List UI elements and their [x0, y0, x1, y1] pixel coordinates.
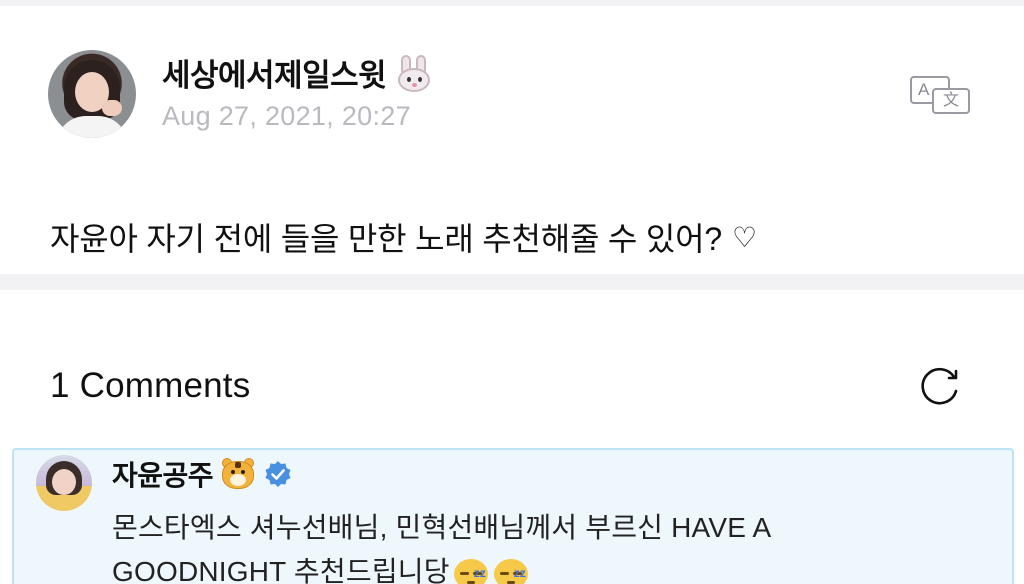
comment-text-line2: GOODNIGHT 추천드립니당 zz zz: [112, 550, 972, 584]
verified-badge-icon: [265, 461, 291, 487]
post-body-text: 자윤아 자기 전에 들을 만한 노래 추천해줄 수 있어?: [50, 221, 722, 257]
post-timestamp: Aug 27, 2021, 20:27: [162, 101, 411, 131]
section-divider: [0, 274, 1024, 290]
tiger-face-emoji: [221, 458, 255, 490]
comment-text-line2-body: GOODNIGHT 추천드립니당: [112, 556, 450, 584]
post-card: 세상에서제일스윗 Aug 27, 2021, 20:27 A 文 자윤아 자기 …: [0, 6, 1024, 274]
comment-text-line1: 몬스타엑스 셔누선배님, 민혁선배님께서 부르신 HAVE A: [112, 512, 772, 543]
post-author: 세상에서제일스윗: [162, 50, 434, 95]
commenter-name: 자윤공주: [112, 460, 214, 491]
heart-icon: ♡: [731, 221, 757, 253]
sleeping-face-emoji: zz: [493, 553, 530, 584]
comment-author: 자윤공주: [112, 454, 293, 494]
post-body: 자윤아 자기 전에 들을 만한 노래 추천해줄 수 있어? ♡: [50, 214, 757, 260]
author-name: 세상에서제일스윗: [162, 58, 387, 93]
author-avatar[interactable]: [48, 50, 136, 138]
commenter-avatar[interactable]: [36, 455, 92, 511]
comment-text: 몬스타엑스 셔누선배님, 민혁선배님께서 부르신 HAVE A GOODNIGH…: [112, 506, 972, 584]
translate-icon[interactable]: A 文: [906, 72, 972, 118]
comment-item: 자윤공주 몬스타엑스 셔누선배님, 민혁선배님께서 부르신 HAVE A GOO…: [12, 448, 1014, 584]
rabbit-face-emoji: [394, 54, 434, 92]
sleeping-face-emoji: zz: [453, 553, 490, 584]
refresh-icon[interactable]: [916, 362, 964, 408]
comments-count: 1 Comments: [50, 366, 251, 405]
